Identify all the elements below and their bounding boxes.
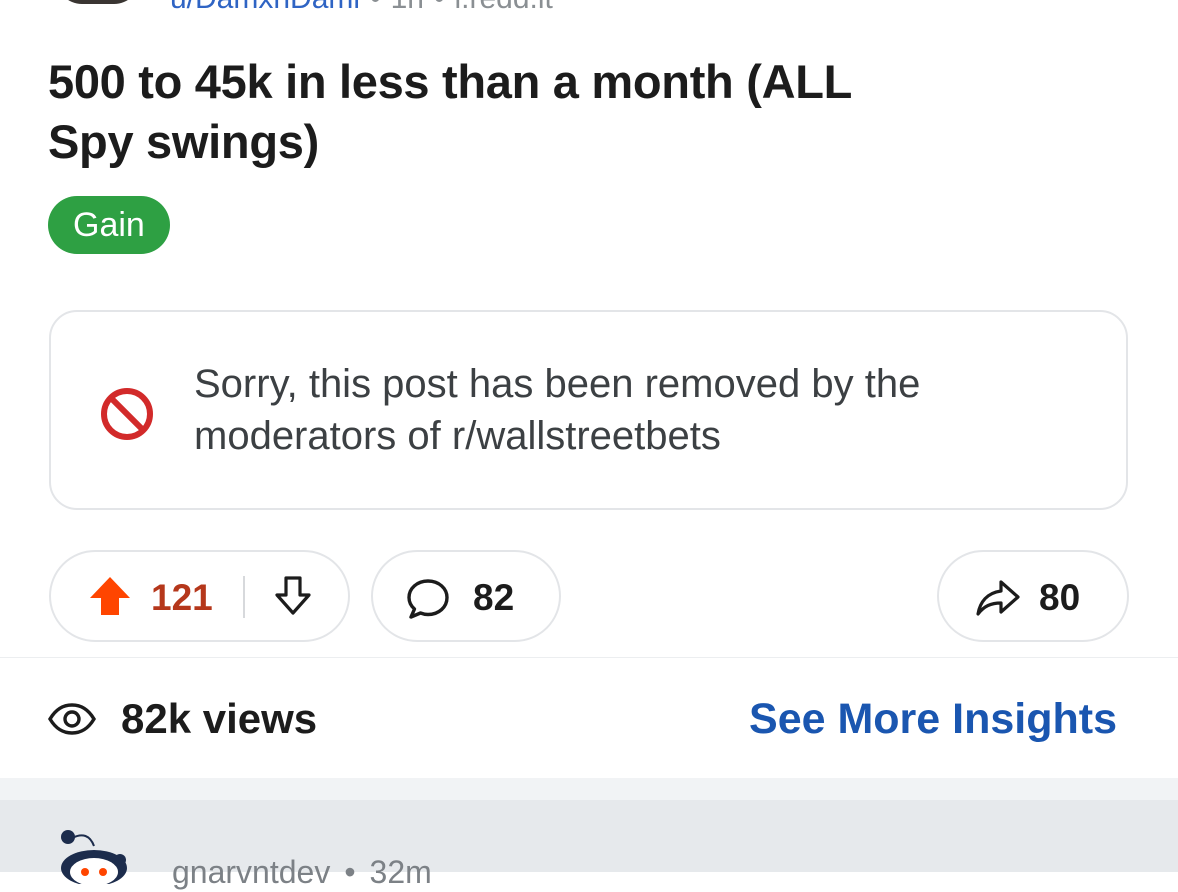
share-count: 80 [1039,577,1081,618]
comment-age: 32m [369,854,432,890]
section-divider [0,657,1178,658]
share-button[interactable]: 80 [937,550,1129,642]
post-age: 1h [391,0,424,15]
post-meta-row: u/DamxnDami • 1h • i.redd.it [0,0,1178,22]
view-count: 82k views [121,695,318,742]
comments-button[interactable]: 82 [371,550,561,642]
post-title: 500 to 45k in less than a month (ALL Spy… [48,55,852,168]
vote-bar: 121 [49,550,350,642]
post-flair[interactable]: Gain [48,196,170,254]
removed-message: Sorry, this post has been removed by the… [194,362,921,458]
meta-separator: • [344,854,356,890]
downvote-icon[interactable] [271,574,315,618]
eye-icon [48,703,96,735]
snoo-avatar-icon[interactable] [58,824,130,884]
author-avatar[interactable] [56,0,140,4]
author-link[interactable]: u/DamxnDami [170,0,360,15]
vote-divider [243,576,245,618]
upvote-icon[interactable] [88,574,132,618]
meta-separator: • [370,0,381,15]
comment-bubble-icon [407,579,449,619]
removed-notice: Sorry, this post has been removed by the… [49,310,1128,510]
see-more-insights-link[interactable]: See More Insights [749,694,1117,744]
meta-separator: • [434,0,445,15]
section-gap [0,778,1178,800]
comment-count: 82 [473,577,515,618]
comment-preview: gnarvntdev • 32m [0,800,1178,890]
commenter-username[interactable]: gnarvntdev [172,854,330,890]
upvote-count: 121 [151,577,213,618]
prohibited-icon [101,388,153,440]
share-arrow-icon [976,580,1020,616]
post-domain[interactable]: i.redd.it [454,0,552,15]
